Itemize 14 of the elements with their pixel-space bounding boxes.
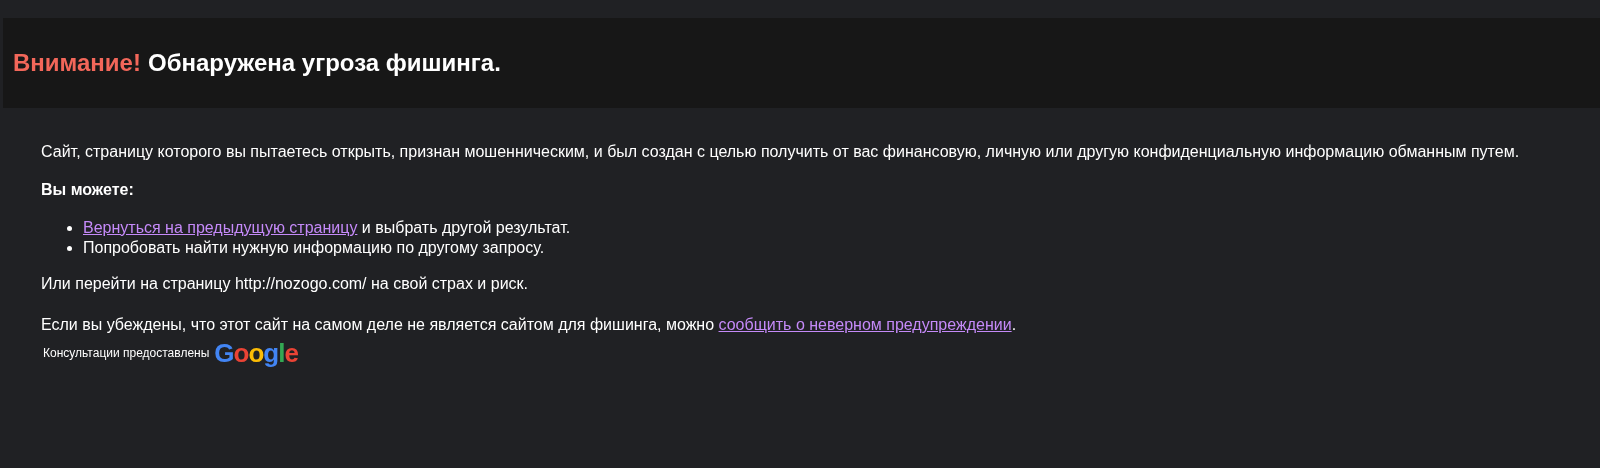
logo: Google	[214, 338, 298, 368]
report-text: Если вы убеждены, что этот сайт на самом деле не является сайтом для фишинга, можно сообщить о неверном предупреждении.	[41, 315, 1018, 335]
alert-label: Внимание!	[13, 48, 141, 78]
description-text: Сайт, страницу которого вы пытаетесь открыть, признан мошенническим, и был создан с целью получить от вас финансовую, личную или другую конфиденциальную информацию обманным путем.	[41, 142, 1521, 162]
warning-title: Обнаружена угроза фишинга.	[147, 48, 501, 78]
options-heading: Вы можете:	[41, 180, 135, 200]
proceed-text: Или перейти на страницу http://nozogo.com/ на свой страх и риск.	[41, 274, 529, 294]
attribution-text: Консультации предоставлены	[43, 345, 210, 362]
report-link[interactable]: сообщить о неверном предупреждении	[718, 316, 1012, 333]
option-text: Попробовать найти нужную информацию по другому запросу.	[83, 238, 545, 258]
back-link[interactable]: Вернуться на предыдущую страницу	[83, 219, 358, 236]
bullet-icon	[67, 245, 72, 251]
option-text: Вернуться на предыдущую страницу и выбрать другой результат.	[83, 218, 571, 238]
bullet-icon	[67, 225, 72, 231]
